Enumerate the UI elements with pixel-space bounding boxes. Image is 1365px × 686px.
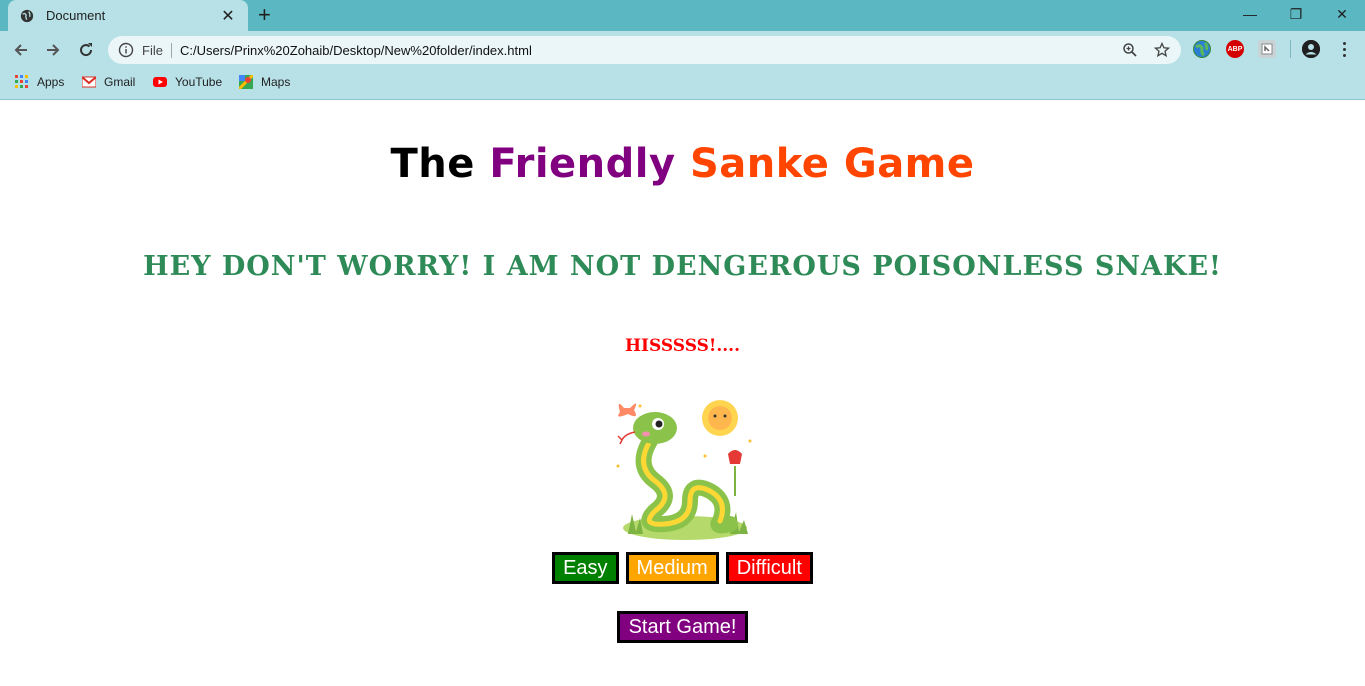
reload-icon[interactable] xyxy=(75,39,97,61)
start-game-button[interactable]: Start Game! xyxy=(616,611,749,643)
cartoon-snake-illustration xyxy=(610,396,760,544)
close-tab-icon[interactable]: ✕ xyxy=(220,6,236,26)
page-title: The Friendly Sanke Game xyxy=(0,141,1365,187)
tab-document[interactable]: Document ✕ xyxy=(8,0,248,31)
close-window-icon[interactable]: ✕ xyxy=(1319,0,1365,28)
zoom-icon[interactable] xyxy=(1121,41,1139,59)
title-the: The xyxy=(390,141,475,187)
profile-avatar-icon[interactable] xyxy=(1302,40,1320,58)
gmail-icon xyxy=(82,76,96,88)
hiss-text: HISSSSS!.... xyxy=(624,336,741,356)
scheme-label: File xyxy=(142,42,172,58)
maps-icon xyxy=(239,75,253,89)
extension-icon[interactable] xyxy=(1258,40,1276,58)
bookmark-label: YouTube xyxy=(175,75,223,89)
browser-toolbar: File C:/Users/Prinx%20Zohaib/Desktop/New… xyxy=(0,31,1365,68)
title-friendly: Friendly xyxy=(489,141,676,187)
adblock-plus-icon[interactable]: ABP xyxy=(1226,40,1244,58)
bookmark-label: Maps xyxy=(261,75,291,89)
bookmark-label: Apps xyxy=(37,75,65,89)
bookmark-youtube[interactable]: YouTube xyxy=(153,75,222,89)
bookmark-star-icon[interactable] xyxy=(1153,41,1171,59)
restore-icon[interactable]: ❐ xyxy=(1273,0,1319,28)
tab-strip: Document ✕ + — ❐ ✕ xyxy=(0,0,1365,31)
earth-extension-icon[interactable] xyxy=(1193,40,1211,58)
bookmark-apps[interactable]: Apps xyxy=(15,75,64,89)
difficult-button[interactable]: Difficult xyxy=(725,552,813,584)
difficulty-buttons: Easy Medium Difficult xyxy=(0,552,1365,584)
back-icon[interactable] xyxy=(10,39,32,61)
tab-title: Document xyxy=(46,8,106,23)
toolbar-divider xyxy=(1290,40,1291,58)
bookmark-maps[interactable]: Maps xyxy=(239,75,290,89)
address-bar[interactable]: File C:/Users/Prinx%20Zohaib/Desktop/New… xyxy=(108,36,1181,64)
bookmarks-bar: Apps Gmail YouTube Maps xyxy=(0,68,1365,100)
url-text[interactable]: C:/Users/Prinx%20Zohaib/Desktop/New%20fo… xyxy=(180,43,1107,58)
start-row: Start Game! xyxy=(0,611,1365,643)
title-sanke-game: Sanke Game xyxy=(690,141,975,187)
info-icon[interactable] xyxy=(118,42,134,58)
minimize-icon[interactable]: — xyxy=(1227,0,1273,28)
subtitle: HEY DON'T WORRY! I AM NOT DENGEROUS POIS… xyxy=(143,251,1222,282)
medium-button[interactable]: Medium xyxy=(625,552,719,584)
new-tab-icon[interactable]: + xyxy=(258,4,271,26)
bookmark-label: Gmail xyxy=(104,75,136,89)
apps-grid-icon xyxy=(15,75,28,88)
youtube-icon xyxy=(153,77,167,87)
page-content: The Friendly Sanke Game HEY DON'T WORRY!… xyxy=(0,101,1365,686)
forward-icon[interactable] xyxy=(42,39,64,61)
bookmark-gmail[interactable]: Gmail xyxy=(82,75,135,89)
easy-button[interactable]: Easy xyxy=(552,552,619,584)
menu-kebab-icon[interactable] xyxy=(1338,40,1350,58)
globe-icon xyxy=(20,9,34,22)
